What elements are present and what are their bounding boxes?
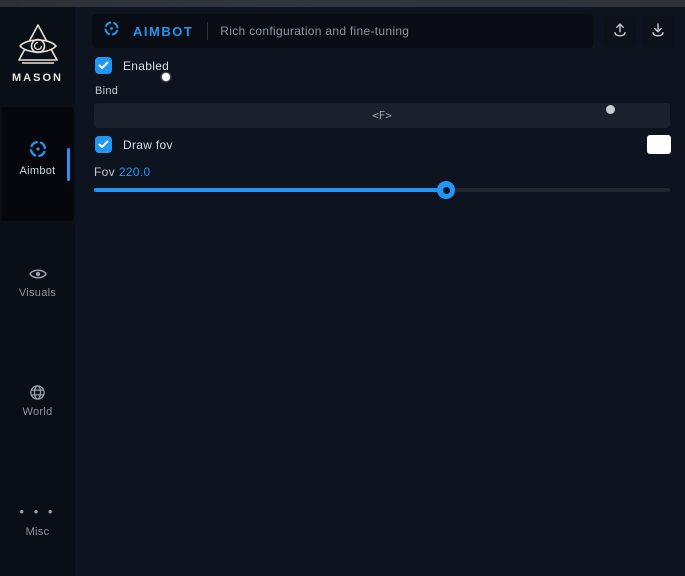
fov-slider-handle[interactable] — [437, 181, 455, 199]
sidebar-item-misc[interactable]: • • • Misc — [0, 503, 75, 538]
enabled-row: Enabled — [95, 57, 169, 74]
fov-label-text: Fov — [94, 165, 115, 179]
draw-fov-checkbox[interactable] — [95, 136, 112, 153]
mason-eye-pyramid-icon — [0, 22, 75, 68]
window-top-edge — [0, 0, 685, 7]
checkmark-icon — [98, 57, 109, 75]
bind-key-value: <F> — [372, 109, 392, 122]
fov-slider-fill — [94, 188, 446, 192]
eye-icon — [0, 266, 75, 282]
download-icon — [649, 21, 667, 44]
crosshair-icon — [92, 19, 121, 43]
logo-text: MASON — [0, 72, 75, 84]
download-config-button[interactable] — [642, 16, 674, 48]
page-subtitle: Rich configuration and fine-tuning — [220, 24, 409, 38]
app-logo: MASON — [0, 22, 75, 84]
fov-color-swatch[interactable] — [647, 135, 671, 154]
sidebar-item-label: Misc — [0, 526, 75, 538]
upload-icon — [611, 21, 629, 44]
enabled-checkbox[interactable] — [95, 57, 112, 74]
bind-label: Bind — [95, 85, 118, 97]
crosshair-icon — [0, 138, 75, 160]
sidebar-item-world[interactable]: World — [0, 384, 75, 418]
page-title: AIMBOT — [133, 24, 193, 39]
header-divider — [207, 22, 208, 40]
checkmark-icon — [98, 136, 109, 154]
sidebar-item-visuals[interactable]: Visuals — [0, 266, 75, 299]
upload-config-button[interactable] — [604, 16, 636, 48]
enabled-label: Enabled — [123, 59, 169, 73]
fov-value: 220.0 — [119, 165, 151, 179]
section-header: AIMBOT Rich configuration and fine-tunin… — [92, 14, 593, 48]
fov-label: Fov 220.0 — [94, 165, 150, 179]
sidebar-item-aimbot[interactable]: Aimbot — [0, 138, 75, 177]
bind-key-input[interactable]: <F> — [94, 103, 670, 128]
sidebar-item-label: World — [0, 406, 75, 418]
fov-slider[interactable] — [94, 181, 670, 199]
drag-dot — [606, 105, 615, 114]
draw-fov-label: Draw fov — [123, 138, 173, 152]
sidebar: MASON Aimbot Visuals — [0, 7, 75, 576]
mason-window: MASON Aimbot Visuals — [0, 0, 685, 576]
mouse-cursor-dot — [162, 73, 170, 81]
globe-icon — [0, 384, 75, 401]
draw-fov-row: Draw fov — [95, 136, 173, 153]
sidebar-item-label: Visuals — [0, 287, 75, 299]
sidebar-item-label: Aimbot — [0, 165, 75, 177]
ellipsis-icon: • • • — [20, 504, 56, 519]
